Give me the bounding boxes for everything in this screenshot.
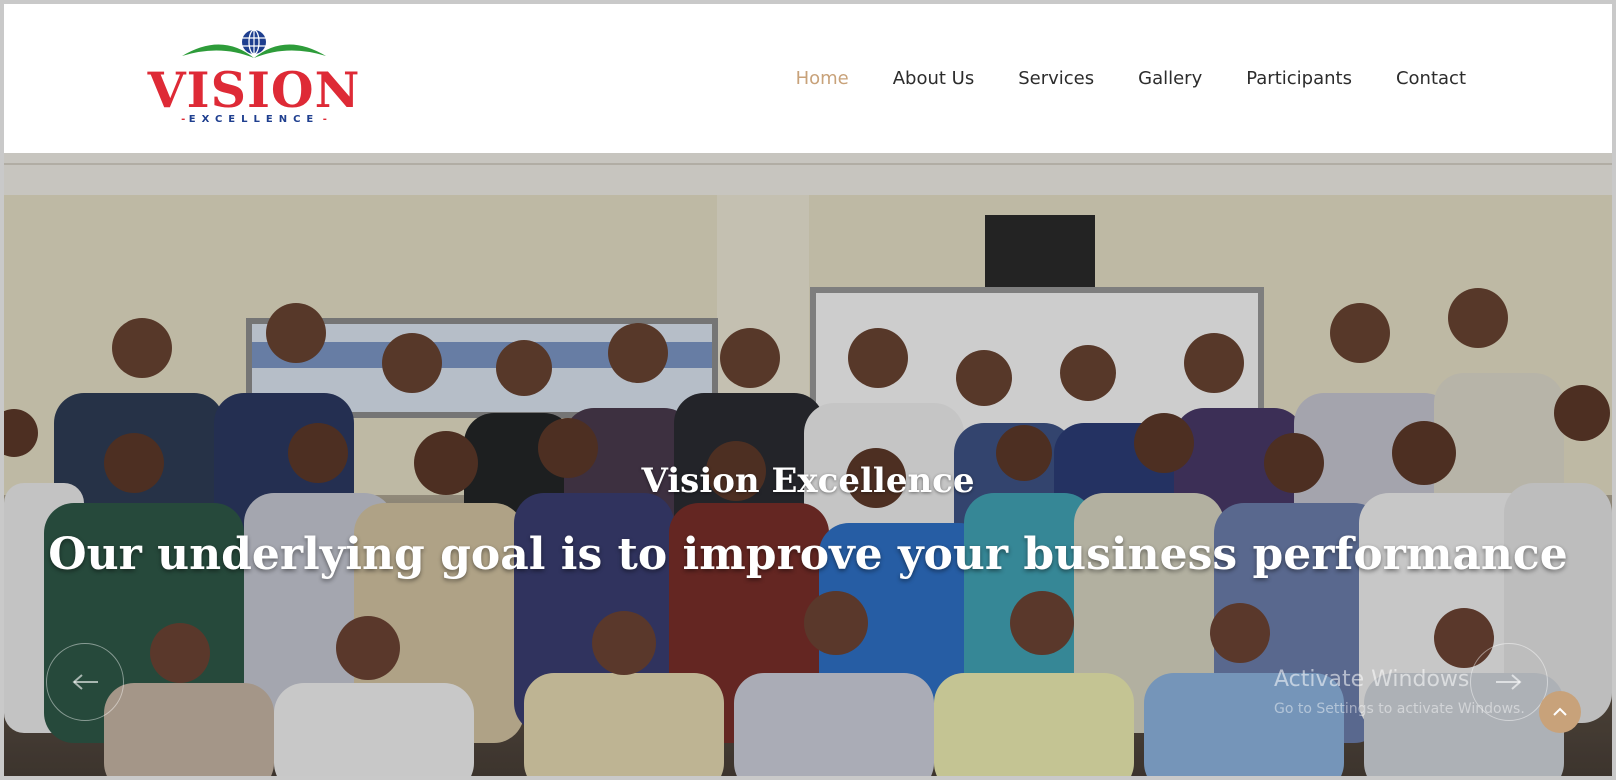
chevron-up-icon	[1553, 707, 1567, 716]
hero-tagline: Our underlying goal is to improve your b…	[48, 529, 1568, 580]
scroll-to-top-button[interactable]	[1539, 691, 1581, 733]
brand-name: VISION	[147, 61, 361, 119]
arrow-left-icon	[72, 674, 98, 690]
nav-home[interactable]: Home	[796, 68, 849, 89]
slider-prev-button[interactable]	[46, 643, 124, 721]
hero-slider: Vision Excellence Our underlying goal is…	[4, 153, 1612, 776]
hero-title: Vision Excellence	[641, 461, 975, 501]
nav-gallery[interactable]: Gallery	[1138, 68, 1202, 89]
nav-about-us[interactable]: About Us	[893, 68, 975, 89]
nav-services[interactable]: Services	[1018, 68, 1094, 89]
site-header: VISION - EXCELLENCE - Home About Us Serv…	[4, 4, 1612, 153]
nav-participants[interactable]: Participants	[1246, 68, 1352, 89]
windows-activation-title: Activate Windows	[1274, 667, 1470, 692]
page: VISION - EXCELLENCE - Home About Us Serv…	[4, 4, 1612, 776]
main-nav: Home About Us Services Gallery Participa…	[752, 68, 1466, 89]
windows-activation-subtitle: Go to Settings to activate Windows.	[1274, 701, 1525, 717]
brand-tagline: - EXCELLENCE -	[181, 114, 327, 125]
brand-logo[interactable]: VISION - EXCELLENCE -	[132, 28, 382, 132]
nav-contact[interactable]: Contact	[1396, 68, 1466, 89]
arrow-right-icon	[1496, 674, 1522, 690]
